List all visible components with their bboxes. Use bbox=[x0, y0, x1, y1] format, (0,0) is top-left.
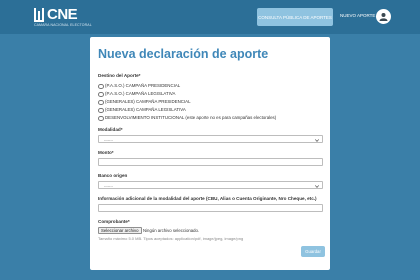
info-adicional-input[interactable] bbox=[98, 204, 323, 212]
banco-selected-value: ------- bbox=[104, 183, 113, 188]
guardar-button[interactable]: Guardar bbox=[301, 246, 325, 257]
banco-label: Banco origen bbox=[98, 173, 128, 178]
consulta-publica-button[interactable]: CONSULTA PÚBLICA DE APORTES bbox=[257, 8, 333, 26]
modalidad-select[interactable]: ------- bbox=[98, 135, 323, 143]
banco-select[interactable]: ------- bbox=[98, 181, 323, 189]
radio-button[interactable] bbox=[98, 107, 104, 114]
radio-label: (GENERALES) CAMPAÑA LEGISLATIVA bbox=[105, 107, 186, 112]
seleccionar-archivo-button[interactable]: Seleccionar archivo bbox=[98, 227, 142, 234]
radio-button[interactable] bbox=[98, 83, 104, 90]
comprobante-label: Comprobante* bbox=[98, 219, 130, 224]
info-adicional-label: Información adicional de la modalidad de… bbox=[98, 196, 317, 201]
monto-label: Monto* bbox=[98, 150, 114, 155]
user-icon bbox=[379, 13, 388, 21]
chevron-down-icon bbox=[315, 184, 319, 188]
radio-button[interactable] bbox=[98, 91, 104, 98]
nuevo-aporte-link[interactable]: NUEVO APORTE bbox=[340, 13, 375, 18]
monto-input[interactable] bbox=[98, 158, 323, 166]
logo-text: CNE bbox=[47, 6, 78, 23]
file-status-text: Ningún archivo seleccionado. bbox=[143, 228, 200, 233]
page-title: Nueva declaración de aporte bbox=[98, 47, 269, 61]
radio-label: (P.A.S.O.) CAMPAÑA LEGISLATIVA bbox=[105, 91, 176, 96]
radio-label: (GENERALES) CAMPAÑA PRESIDENCIAL bbox=[105, 99, 191, 104]
chevron-down-icon bbox=[315, 138, 319, 142]
radio-button[interactable] bbox=[98, 99, 104, 106]
logo-subtitle: CAMARA NACIONAL ELECTORAL bbox=[34, 23, 92, 27]
file-hint: Tamaño máximo 5.0 MB. Tipos aceptados: a… bbox=[98, 236, 244, 241]
radio-button[interactable] bbox=[98, 115, 104, 122]
destino-label: Destino del Aporte* bbox=[98, 73, 141, 78]
top-navbar: CNE CAMARA NACIONAL ELECTORAL CONSULTA P… bbox=[0, 0, 420, 34]
modalidad-selected-value: ------- bbox=[104, 137, 113, 142]
cne-emblem-icon bbox=[34, 8, 44, 22]
user-avatar[interactable] bbox=[376, 9, 391, 24]
radio-label: DESENVOLVIMIENTO INSTITUCIONAL (este apo… bbox=[105, 115, 277, 120]
cne-logo[interactable]: CNE CAMARA NACIONAL ELECTORAL bbox=[34, 6, 104, 29]
aporte-form-card: Nueva declaración de aporte Destino del … bbox=[90, 37, 330, 270]
radio-label: (P.A.S.O.) CAMPAÑA PRESIDENCIAL bbox=[105, 83, 181, 88]
modalidad-label: Modalidad* bbox=[98, 127, 123, 132]
